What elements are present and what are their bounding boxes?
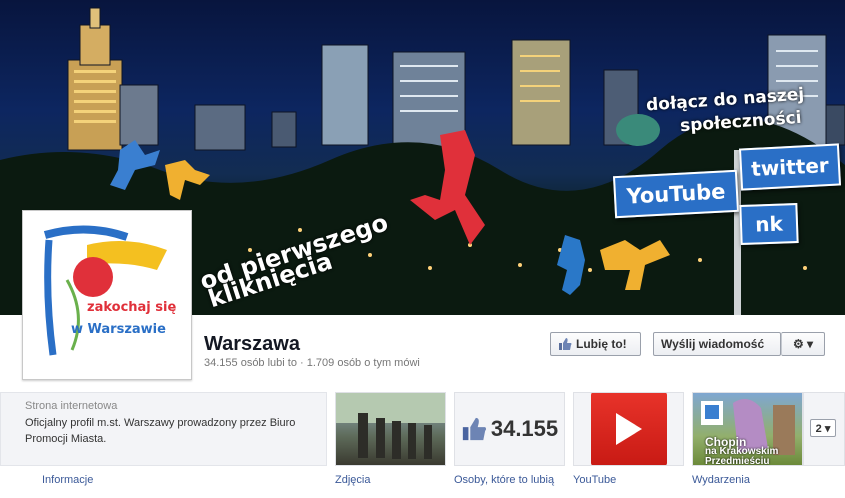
youtube-icon-box xyxy=(590,393,667,465)
like-button-label: Lubię to! xyxy=(576,337,627,351)
logo-graphic: zakochaj się w Warszawie xyxy=(43,225,176,356)
send-message-button[interactable]: Wyślij wiadomość xyxy=(653,332,781,356)
events-label[interactable]: Wydarzenia xyxy=(692,474,750,486)
about-text: Oficjalny profil m.st. Warszawy prowadzo… xyxy=(25,417,296,445)
photos-label[interactable]: Zdjęcia xyxy=(335,474,370,486)
youtube-tile[interactable] xyxy=(573,392,684,466)
likes-count: 34.155 xyxy=(490,416,559,441)
photos-tile[interactable] xyxy=(335,392,446,466)
gear-icon: ⚙ ▾ xyxy=(792,337,814,351)
sign-nk: nk xyxy=(739,203,799,245)
page-title: Warszawa xyxy=(204,333,300,355)
more-apps-button[interactable]: 2 ▾ xyxy=(810,419,836,437)
page-stats: 34.155 osób lubi to · 1.709 osób o tym m… xyxy=(204,357,420,369)
about-box[interactable]: Strona internetowa Oficjalny profil m.st… xyxy=(0,392,327,466)
sign-twitter: twitter xyxy=(738,143,842,191)
likes-tile[interactable]: 34.155 xyxy=(454,392,565,466)
about-label: Strona internetowa xyxy=(25,400,118,412)
about-link[interactable]: Informacje xyxy=(42,474,93,486)
facebook-page: dołącz do naszej społeczności od pierwsz… xyxy=(0,0,845,498)
photos-thumbnail xyxy=(336,393,445,459)
events-caption: Chopin na Krakowskim Przedmieściu xyxy=(705,436,778,466)
profile-picture[interactable]: zakochaj się w Warszawie xyxy=(22,210,192,380)
logo-text-line1: zakochaj się xyxy=(87,300,176,315)
warszawa-logo: zakochaj się w Warszawie xyxy=(27,215,187,375)
sign-youtube: YouTube xyxy=(612,169,740,219)
logo-text-line2: w Warszawie xyxy=(71,322,166,337)
youtube-label[interactable]: YouTube xyxy=(573,474,616,486)
play-icon xyxy=(615,413,642,445)
events-tile[interactable]: Chopin na Krakowskim Przedmieściu xyxy=(692,392,803,466)
send-message-label: Wyślij wiadomość xyxy=(661,337,765,351)
like-button[interactable]: Lubię to! xyxy=(550,332,641,356)
thumbs-up-icon xyxy=(559,338,572,350)
likes-label[interactable]: Osoby, które to lubią xyxy=(454,474,554,486)
thumbs-up-icon xyxy=(462,417,486,441)
settings-dropdown-button[interactable]: ⚙ ▾ xyxy=(781,332,825,356)
events-caption-3: Przedmieściu xyxy=(705,456,770,466)
